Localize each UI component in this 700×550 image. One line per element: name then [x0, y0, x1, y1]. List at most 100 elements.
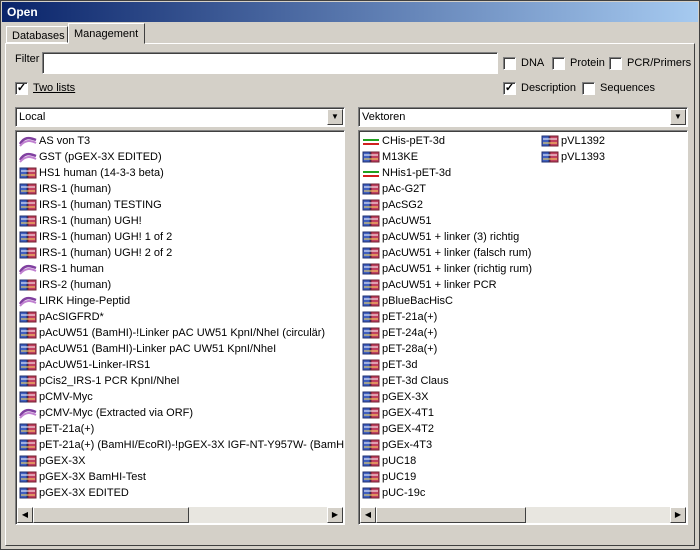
list-item[interactable]: pAcUW51 — [360, 213, 432, 229]
list-item[interactable]: IRS-1 (human) UGH! 2 of 2 — [17, 245, 172, 261]
right-source-select[interactable]: Vektoren ▼ — [358, 107, 688, 127]
list-item-label: AS von T3 — [39, 135, 91, 147]
list-item-label: pGEX-4T2 — [382, 423, 434, 435]
list-item[interactable]: IRS-2 (human) — [17, 277, 111, 293]
list-item[interactable]: pAcUW51 + linker (richtig rum) — [360, 261, 532, 277]
list-item[interactable]: IRS-1 (human) — [17, 181, 111, 197]
list-item[interactable]: pGEX-4T2 — [360, 421, 434, 437]
list-item[interactable]: pET-3d — [360, 357, 417, 373]
scroll-right-icon[interactable]: ▶ — [327, 507, 343, 523]
list-item[interactable]: pGEx-4T3 — [360, 437, 432, 453]
list-item-label: IRS-1 (human) UGH! 1 of 2 — [39, 231, 173, 243]
list-item[interactable]: GST (pGEX-3X EDITED) — [17, 149, 162, 165]
list-item[interactable]: pAcUW51 + linker PCR — [360, 277, 497, 293]
list-item[interactable]: pUC18 — [360, 453, 416, 469]
list-item[interactable]: pET-3d Claus — [360, 373, 449, 389]
list-item[interactable]: IRS-1 (human) UGH! — [17, 213, 142, 229]
tab-label: Databases — [12, 30, 65, 42]
list-item-label: pUC18 — [382, 455, 417, 467]
tab-management[interactable]: Management — [68, 23, 145, 44]
list-item-label: pGEX-3X EDITED — [39, 487, 129, 499]
list-item[interactable]: pET-24a(+) — [360, 325, 437, 341]
list-item-label: M13KE — [382, 151, 419, 163]
list-item[interactable]: pCis2_IRS-1 PCR KpnI/NheI — [17, 373, 180, 389]
list-item[interactable]: HS1 human (14-3-3 beta) — [17, 165, 164, 181]
list-item[interactable]: pET-21a(+) — [17, 421, 94, 437]
list-item[interactable]: pET-21a(+) — [360, 309, 437, 325]
list-item[interactable]: pGEX-3X EDITED — [17, 485, 129, 501]
list-item[interactable]: pUC19 — [360, 469, 416, 485]
protein-label: Protein — [570, 57, 605, 69]
list-item[interactable]: pET-28a(+) — [360, 341, 437, 357]
list-item[interactable]: M13KE — [360, 149, 418, 165]
pcr-primers-label: PCR/Primers — [627, 57, 692, 69]
list-item[interactable]: IRS-1 (human) UGH! 1 of 2 — [17, 229, 172, 245]
description-checkbox[interactable]: ✓ — [503, 82, 516, 95]
list-item[interactable]: pAcSG2 — [360, 197, 423, 213]
two-lists-checkbox[interactable]: ✓ — [15, 82, 28, 95]
filter-input[interactable] — [42, 52, 498, 74]
list-item-label: pAcUW51-Linker-IRS1 — [39, 359, 151, 371]
list-item-label: pAcSG2 — [382, 199, 423, 211]
right-horizontal-scrollbar[interactable]: ◀ ▶ — [360, 507, 686, 523]
list-item[interactable]: pAcUW51 + linker (falsch rum) — [360, 245, 531, 261]
list-item-label: pAcSIGFRD* — [39, 311, 104, 323]
list-item-label: CHis-pET-3d — [382, 135, 445, 147]
dna-checkbox[interactable] — [503, 57, 516, 70]
list-item-label: pET-21a(+) — [39, 423, 95, 435]
list-item[interactable]: pAcUW51-Linker-IRS1 — [17, 357, 150, 373]
list-item[interactable]: LIRK Hinge-Peptid — [17, 293, 130, 309]
list-item[interactable]: pAcSIGFRD* — [17, 309, 104, 325]
list-item-label: pGEX-4T1 — [382, 407, 434, 419]
list-item[interactable]: IRS-1 human — [17, 261, 104, 277]
list-item[interactable]: pGEX-3X BamHI-Test — [17, 469, 146, 485]
list-item[interactable]: NHis1-pET-3d — [360, 165, 451, 181]
scroll-thumb[interactable] — [376, 507, 526, 523]
list-item[interactable]: pAcUW51 (BamHI)-!Linker pAC UW51 KpnI/Nh… — [17, 325, 325, 341]
tab-databases[interactable]: Databases — [6, 26, 68, 43]
list-item-label: pAcUW51 (BamHI)-!Linker pAC UW51 KpnI/Nh… — [39, 327, 326, 339]
scroll-thumb[interactable] — [33, 507, 189, 523]
list-item-label: IRS-1 (human) UGH! — [39, 215, 142, 227]
list-item[interactable]: pVL1392 — [539, 133, 605, 149]
list-item[interactable]: pGEX-4T1 — [360, 405, 434, 421]
list-item[interactable]: pCMV-Myc (Extracted via ORF) — [17, 405, 193, 421]
list-item-label: pAc-G2T — [382, 183, 427, 195]
list-item[interactable]: pAcUW51 (BamHI)-Linker pAC UW51 KpnI/Nhe… — [17, 341, 276, 357]
list-item-label: pAcUW51 — [382, 215, 432, 227]
list-item-label: IRS-2 (human) — [39, 279, 112, 291]
scroll-right-icon[interactable]: ▶ — [670, 507, 686, 523]
list-item[interactable]: pGEX-3X — [360, 389, 428, 405]
list-item[interactable]: AS von T3 — [17, 133, 90, 149]
list-item[interactable]: CHis-pET-3d — [360, 133, 445, 149]
list-item[interactable]: pAcUW51 + linker (3) richtig — [360, 229, 519, 245]
list-item[interactable]: pUC-19c — [360, 485, 425, 501]
list-item-label: IRS-1 (human) UGH! 2 of 2 — [39, 247, 173, 259]
protein-checkbox[interactable] — [552, 57, 565, 70]
list-item[interactable]: pAc-G2T — [360, 181, 426, 197]
left-source-select[interactable]: Local ▼ — [15, 107, 345, 127]
scroll-left-icon[interactable]: ◀ — [360, 507, 376, 523]
chevron-down-icon[interactable]: ▼ — [670, 109, 686, 125]
right-file-list[interactable]: CHis-pET-3d M13KE NHis1-pET-3d pAc-G2T pAcSG… — [358, 130, 688, 525]
list-item[interactable]: IRS-1 (human) TESTING — [17, 197, 162, 213]
left-horizontal-scrollbar[interactable]: ◀ ▶ — [17, 507, 343, 523]
right-source-value: Vektoren — [362, 111, 406, 123]
chevron-down-icon[interactable]: ▼ — [327, 109, 343, 125]
list-item-label: pET-21a(+) (BamHI/EcoRI)-!pGEX-3X IGF-NT… — [39, 439, 345, 451]
list-item-label: pAcUW51 (BamHI)-Linker pAC UW51 KpnI/Nhe… — [39, 343, 277, 355]
list-item-label: IRS-1 human — [39, 263, 104, 275]
scroll-left-icon[interactable]: ◀ — [17, 507, 33, 523]
title-bar[interactable]: Open — [2, 2, 698, 22]
two-lists-label: Two lists — [33, 82, 76, 94]
list-item[interactable]: pGEX-3X — [17, 453, 85, 469]
list-item[interactable]: pCMV-Myc — [17, 389, 93, 405]
list-item-label: HS1 human (14-3-3 beta) — [39, 167, 164, 179]
pcr-primers-checkbox[interactable] — [609, 57, 622, 70]
list-item[interactable]: pBlueBacHisC — [360, 293, 453, 309]
list-item[interactable]: pET-21a(+) (BamHI/EcoRI)-!pGEX-3X IGF-NT… — [17, 437, 345, 453]
left-file-list[interactable]: AS von T3 GST (pGEX-3X EDITED) HS1 human (… — [15, 130, 345, 525]
list-item-label: GST (pGEX-3X EDITED) — [39, 151, 162, 163]
list-item[interactable]: pVL1393 — [539, 149, 605, 165]
sequences-checkbox[interactable] — [582, 82, 595, 95]
